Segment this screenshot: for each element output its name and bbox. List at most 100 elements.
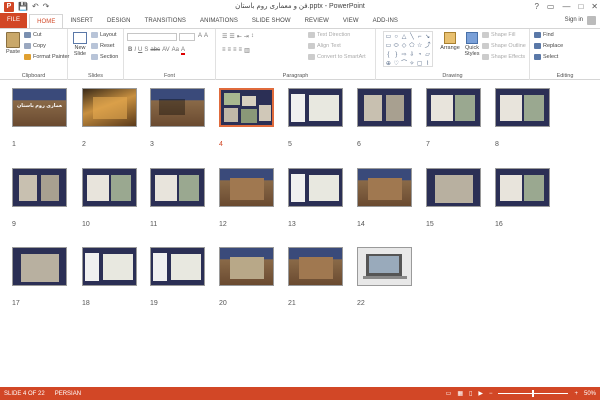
char-spacing-button[interactable]: AV (162, 47, 170, 55)
tab-transitions[interactable]: TRANSITIONS (138, 14, 193, 28)
reset-icon (91, 43, 98, 49)
change-case-button[interactable]: Aa (172, 47, 179, 55)
brush-icon (24, 54, 31, 60)
align-text-button[interactable]: Align Text (308, 43, 341, 49)
slide-thumbnail[interactable] (357, 168, 412, 207)
tab-add-ins[interactable]: ADD-INS (366, 14, 405, 28)
tab-review[interactable]: REVIEW (298, 14, 336, 28)
zoom-level[interactable]: 50% (584, 391, 596, 397)
slide-thumbnail[interactable] (12, 247, 67, 286)
language-indicator[interactable]: PERSIAN (55, 391, 81, 397)
slide-thumbnail[interactable] (82, 88, 137, 127)
slide-thumbnail[interactable]: هنر و معماری روم باستان (12, 88, 67, 127)
slide-thumbnail[interactable] (288, 247, 343, 286)
shrink-font-icon[interactable]: A (204, 33, 208, 39)
slide-thumbnail[interactable] (219, 88, 274, 127)
decrease-indent-icon[interactable]: ⇤ (237, 33, 242, 40)
help-icon[interactable]: ? (534, 0, 538, 13)
convert-smartart-label: Convert to SmartArt (317, 54, 366, 60)
slide-thumbnail[interactable] (150, 88, 205, 127)
clipboard-group: Paste Cut Copy Format Painter Clipboard (0, 29, 69, 80)
align-right-icon[interactable]: ≡ (233, 47, 237, 54)
slideshow-view-icon[interactable]: ▶ (478, 390, 483, 397)
arrange-button[interactable]: Arrange (439, 32, 461, 51)
slide-thumbnail[interactable] (495, 88, 550, 127)
cut-button[interactable]: Cut (24, 32, 42, 38)
align-center-icon[interactable]: ≡ (228, 47, 232, 54)
slide-sorter-view-icon[interactable]: ▦ (457, 390, 463, 397)
underline-button[interactable]: U (138, 47, 142, 55)
slide-thumbnail[interactable] (12, 168, 67, 207)
align-left-icon[interactable]: ≡ (222, 47, 226, 54)
increase-indent-icon[interactable]: ⇥ (244, 33, 249, 40)
italic-button[interactable]: I (134, 47, 136, 55)
new-slide-button[interactable]: New Slide (71, 32, 89, 57)
font-size-field[interactable] (179, 33, 195, 41)
font-color-button[interactable]: A (180, 47, 185, 55)
slide-thumbnail[interactable] (426, 88, 481, 127)
bold-button[interactable]: B (128, 47, 132, 55)
ribbon-display-icon[interactable]: ▭ (547, 0, 555, 13)
tab-home[interactable]: HOME (29, 14, 64, 28)
zoom-slider[interactable] (498, 390, 569, 397)
copy-button[interactable]: Copy (24, 43, 46, 49)
paste-button[interactable]: Paste (3, 32, 23, 55)
reset-button[interactable]: Reset (91, 43, 114, 49)
slide-thumbnail[interactable] (219, 247, 274, 286)
slide-thumbnail[interactable] (150, 247, 205, 286)
zoom-out-icon[interactable]: − (489, 391, 493, 397)
tab-view[interactable]: VIEW (336, 14, 366, 28)
shape-outline-button[interactable]: Shape Outline (482, 43, 526, 49)
sign-in[interactable]: Sign in (565, 14, 596, 26)
maximize-icon[interactable]: □ (578, 0, 583, 13)
layout-button[interactable]: Layout (91, 32, 117, 38)
slide-thumbnail[interactable] (288, 168, 343, 207)
tab-file[interactable]: FILE (0, 13, 28, 28)
font-name-field[interactable] (127, 33, 177, 41)
slide-image (364, 95, 382, 121)
avatar[interactable] (587, 15, 596, 25)
slide-thumbnail[interactable] (288, 88, 343, 127)
line-spacing-icon[interactable]: ↕ (251, 33, 254, 40)
window-title: فن و معماری روم باستان.pptx - PowerPoint (235, 3, 365, 10)
slide-image (500, 95, 522, 121)
text-direction-button[interactable]: Text Direction (308, 32, 350, 38)
slide-thumbnail[interactable] (357, 88, 412, 127)
slide-image (153, 253, 167, 281)
slide-thumbnail[interactable] (426, 168, 481, 207)
slide-thumbnail[interactable] (82, 168, 137, 207)
strikethrough-button[interactable]: abc (150, 47, 160, 55)
shadow-button[interactable]: S (144, 47, 148, 55)
tab-design[interactable]: DESIGN (100, 14, 138, 28)
zoom-in-icon[interactable]: + (574, 391, 578, 397)
zoom-slider-thumb[interactable] (532, 390, 535, 397)
shape-fill-button[interactable]: Shape Fill (482, 32, 515, 38)
grow-font-icon[interactable]: A (198, 33, 202, 39)
format-painter-button[interactable]: Format Painter (24, 54, 69, 60)
normal-view-icon[interactable]: ▭ (446, 390, 452, 397)
close-icon[interactable]: ✕ (591, 0, 598, 13)
columns-icon[interactable]: ▥ (244, 47, 250, 54)
section-button[interactable]: Section (91, 54, 118, 60)
slide-thumbnail[interactable] (357, 247, 412, 286)
slide-thumbnail[interactable] (495, 168, 550, 207)
quick-styles-button[interactable]: Quick Styles (462, 32, 482, 57)
select-button[interactable]: Select (534, 54, 558, 60)
numbering-icon[interactable]: ☰ (229, 33, 234, 40)
slide-thumbnail[interactable] (219, 168, 274, 207)
bullets-icon[interactable]: ☰ (222, 33, 227, 40)
minimize-icon[interactable]: — (562, 0, 570, 13)
slide-thumbnail[interactable] (82, 247, 137, 286)
shapes-gallery[interactable]: ▭ ○ △ ╲ ⌐ ↘ ▭ ⬭ ◇ ⬠ ☆ ⤴ {} ⇨ ⇩ ◔ ▱ ⊕ ♡ ⌒ ✧ ▢ ⌇ (383, 31, 433, 67)
justify-icon[interactable]: ≡ (239, 47, 243, 54)
shape-effects-button[interactable]: Shape Effects (482, 54, 525, 60)
find-button[interactable]: Find (534, 32, 554, 38)
sign-in-label[interactable]: Sign in (565, 14, 583, 26)
slide-thumbnail[interactable] (150, 168, 205, 207)
tab-insert[interactable]: INSERT (63, 14, 100, 28)
reading-view-icon[interactable]: ▯ (469, 390, 472, 397)
tab-slide-show[interactable]: SLIDE SHOW (245, 14, 298, 28)
convert-smartart-button[interactable]: Convert to SmartArt (308, 54, 366, 60)
replace-button[interactable]: Replace (534, 43, 563, 49)
tab-animations[interactable]: ANIMATIONS (193, 14, 245, 28)
